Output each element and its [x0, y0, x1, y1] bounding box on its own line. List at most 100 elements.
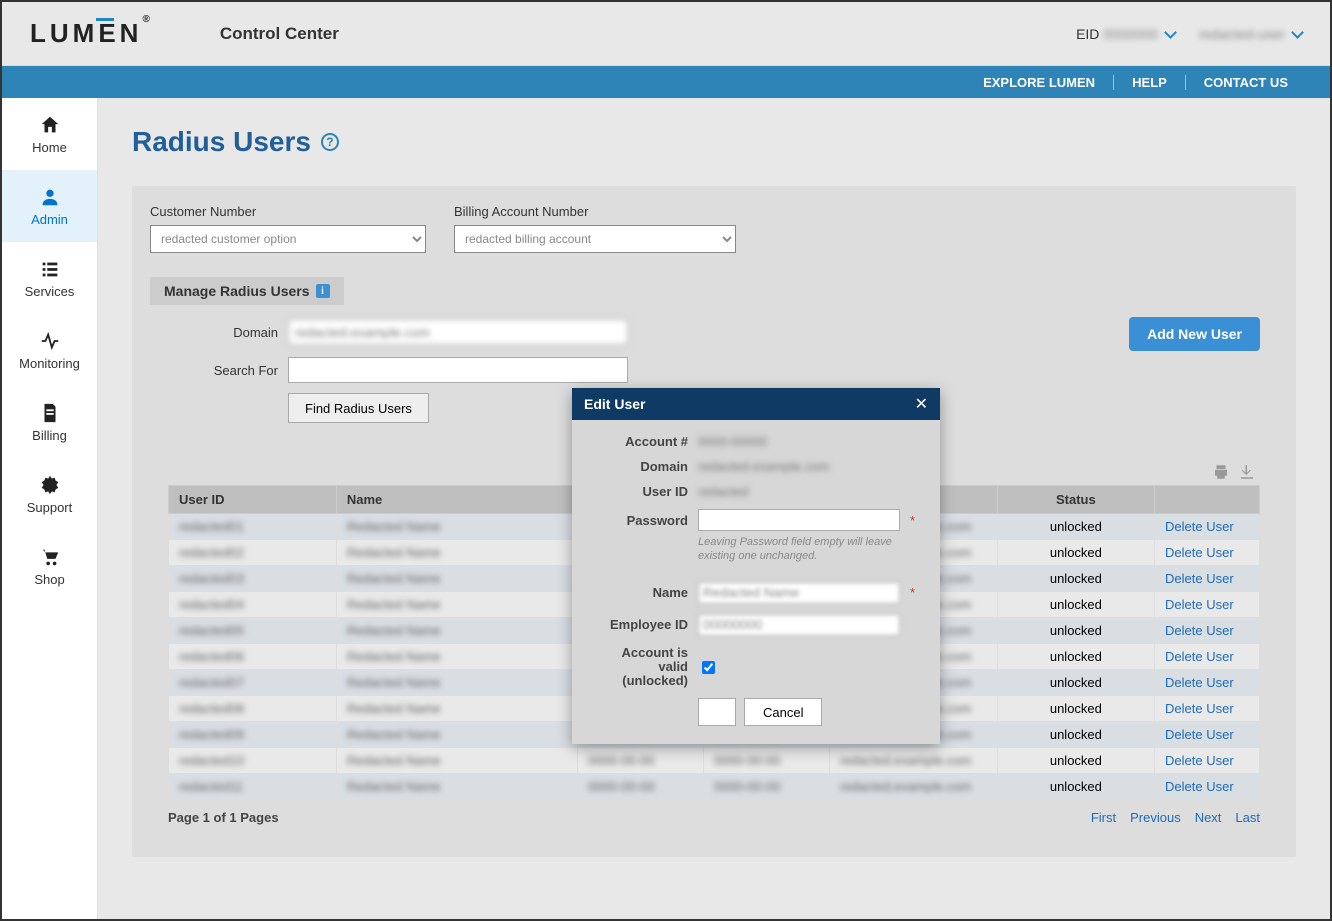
status-cell: unlocked: [1050, 571, 1102, 586]
pager-summary: Page 1 of 1 Pages: [168, 810, 279, 825]
user-name: Redacted Name: [347, 571, 441, 586]
sidebar-item-shop[interactable]: Shop: [2, 530, 97, 602]
gear-icon: [39, 474, 61, 496]
delete-user-link[interactable]: Delete User: [1165, 649, 1234, 664]
modal-valid-checkbox[interactable]: [702, 661, 715, 674]
domain-input[interactable]: [288, 319, 628, 345]
info-icon[interactable]: i: [316, 284, 330, 298]
user-id-link[interactable]: redacted09: [179, 727, 244, 742]
delete-user-link[interactable]: Delete User: [1165, 623, 1234, 638]
modal-valid-label: Account is valid (unlocked): [592, 646, 688, 689]
user-id-link[interactable]: redacted01: [179, 519, 244, 534]
nav-explore[interactable]: EXPLORE LUMEN: [965, 75, 1113, 90]
pager-last[interactable]: Last: [1235, 810, 1260, 825]
ban-select[interactable]: redacted billing account: [454, 225, 736, 253]
manage-heading-text: Manage Radius Users: [164, 283, 310, 299]
user-icon: [39, 186, 61, 208]
manage-heading: Manage Radius Users i: [150, 277, 344, 305]
nav-help[interactable]: HELP: [1113, 75, 1185, 90]
delete-user-link[interactable]: Delete User: [1165, 727, 1234, 742]
user-id-link[interactable]: redacted02: [179, 545, 244, 560]
pager-prev[interactable]: Previous: [1130, 810, 1181, 825]
username: redacted-user: [1199, 26, 1285, 42]
sidebar-item-home[interactable]: Home: [2, 98, 97, 170]
search-for-input[interactable]: [288, 357, 628, 383]
user-menu[interactable]: redacted-user: [1199, 26, 1302, 42]
domain-cell: redacted.example.com: [840, 779, 972, 794]
print-icon[interactable]: [1212, 463, 1230, 481]
modal-title: Edit User: [584, 396, 645, 412]
status-cell: unlocked: [1050, 545, 1102, 560]
delete-user-link[interactable]: Delete User: [1165, 519, 1234, 534]
customer-number-select[interactable]: redacted customer option: [150, 225, 426, 253]
delete-user-link[interactable]: Delete User: [1165, 597, 1234, 612]
customer-number-label: Customer Number: [150, 204, 426, 219]
modal-close-icon[interactable]: ✕: [915, 394, 928, 414]
modal-cancel-button[interactable]: Cancel: [744, 698, 822, 726]
ban-label: Billing Account Number: [454, 204, 736, 219]
modal-password-label: Password: [592, 513, 688, 528]
user-id-link[interactable]: redacted05: [179, 623, 244, 638]
delete-user-link[interactable]: Delete User: [1165, 779, 1234, 794]
delete-user-link[interactable]: Delete User: [1165, 675, 1234, 690]
user-id-link[interactable]: redacted07: [179, 675, 244, 690]
chevron-down-icon: [1291, 26, 1304, 39]
user-id-link[interactable]: redacted08: [179, 701, 244, 716]
user-name: Redacted Name: [347, 753, 441, 768]
sidebar-item-billing[interactable]: Billing: [2, 386, 97, 458]
delete-user-link[interactable]: Delete User: [1165, 571, 1234, 586]
user-name: Redacted Name: [347, 519, 441, 534]
delete-user-link[interactable]: Delete User: [1165, 701, 1234, 716]
sidebar-item-label: Support: [27, 500, 73, 515]
modal-empid-input[interactable]: [698, 614, 900, 636]
search-for-label: Search For: [168, 363, 278, 378]
table-row: redacted11Redacted Name0000-00-000000-00…: [169, 774, 1260, 800]
sidebar-item-support[interactable]: Support: [2, 458, 97, 530]
delete-user-link[interactable]: Delete User: [1165, 545, 1234, 560]
sidebar-item-services[interactable]: Services: [2, 242, 97, 314]
find-radius-users-button[interactable]: Find Radius Users: [288, 393, 429, 423]
nav-contact[interactable]: CONTACT US: [1185, 75, 1306, 90]
add-new-user-button[interactable]: Add New User: [1129, 317, 1260, 351]
eid-display[interactable]: EID 0000000: [1076, 26, 1175, 42]
modal-password-hint: Leaving Password field empty will leave …: [698, 535, 920, 564]
modal-account-value: 0000-00000: [698, 434, 900, 449]
user-name: Redacted Name: [347, 675, 441, 690]
col-userid[interactable]: User ID: [169, 486, 337, 514]
status-cell: unlocked: [1050, 519, 1102, 534]
sidebar-item-monitoring[interactable]: Monitoring: [2, 314, 97, 386]
user-id-link[interactable]: redacted04: [179, 597, 244, 612]
brand-logo: LUMEN®: [30, 18, 150, 49]
app-name: Control Center: [220, 24, 339, 44]
modal-name-input[interactable]: [698, 582, 900, 604]
delete-user-link[interactable]: Delete User: [1165, 753, 1234, 768]
page-title-text: Radius Users: [132, 126, 311, 158]
user-id-link[interactable]: redacted06: [179, 649, 244, 664]
col-actions: [1155, 486, 1260, 514]
pager-next[interactable]: Next: [1195, 810, 1222, 825]
sidebar-item-admin[interactable]: Admin: [2, 170, 97, 242]
user-id-link[interactable]: redacted03: [179, 571, 244, 586]
modal-domain-label: Domain: [592, 459, 688, 474]
user-id-link[interactable]: redacted10: [179, 753, 244, 768]
utility-nav: EXPLORE LUMEN HELP CONTACT US: [2, 66, 1330, 98]
domain-cell: redacted.example.com: [840, 753, 972, 768]
sidebar-item-label: Home: [32, 140, 67, 155]
download-icon[interactable]: [1238, 463, 1256, 481]
chevron-down-icon: [1164, 26, 1177, 39]
col-status[interactable]: Status: [997, 486, 1154, 514]
required-icon: *: [910, 513, 920, 528]
user-id-link[interactable]: redacted11: [179, 779, 243, 794]
sidebar-item-label: Billing: [32, 428, 67, 443]
list-icon: [39, 258, 61, 280]
modal-userid-value: redacted: [698, 484, 900, 499]
user-name: Redacted Name: [347, 701, 441, 716]
pager-first[interactable]: First: [1091, 810, 1116, 825]
user-name: Redacted Name: [347, 623, 441, 638]
modal-password-input[interactable]: [698, 509, 900, 531]
modal-save-button[interactable]: [698, 698, 736, 726]
help-icon[interactable]: ?: [321, 133, 339, 151]
col-name[interactable]: Name: [336, 486, 577, 514]
cart-icon: [39, 546, 61, 568]
status-cell: unlocked: [1050, 649, 1102, 664]
